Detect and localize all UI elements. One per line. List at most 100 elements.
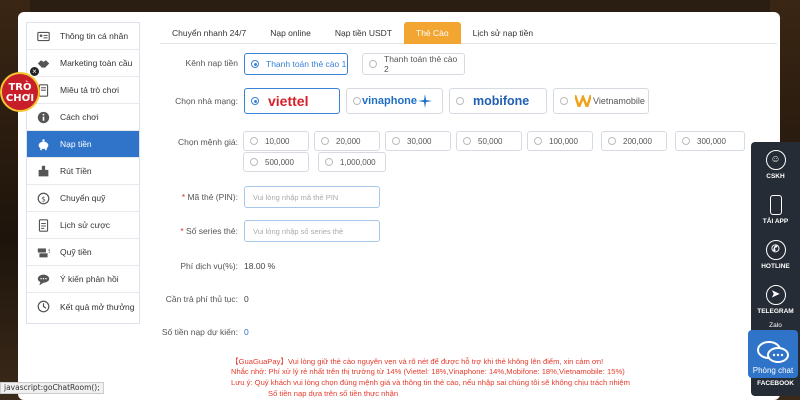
required-mark: *: [181, 192, 186, 202]
comment-icon: [35, 272, 51, 286]
radio-dot: [251, 97, 259, 105]
channel-label: Kênh nạp tiền: [185, 58, 238, 68]
amount-value: 50,000: [478, 136, 503, 146]
tab-usdt-deposit[interactable]: Nạp tiền USDT: [323, 22, 404, 44]
radio-dot: [682, 137, 690, 145]
facebook-button[interactable]: FACEBOOK: [751, 380, 800, 387]
sidebar-item-label: Chuyển quỹ: [60, 193, 106, 203]
amount-option[interactable]: 50,000: [456, 131, 522, 151]
fee-value: 18.00 %: [244, 261, 276, 271]
telegram-icon: ➤: [765, 284, 786, 305]
tab-online-deposit[interactable]: Nạp online: [258, 22, 323, 44]
radio-dot: [325, 158, 333, 166]
mobifone-logo: mobifone: [473, 94, 530, 108]
amount-label: Chọn mệnh giá:: [177, 137, 238, 147]
amount-option[interactable]: 300,000: [675, 131, 745, 151]
radio-dot: [560, 97, 568, 105]
document-icon: [35, 218, 51, 232]
note-line: Số tiền nạp dựa trên số tiền thực nhận: [268, 389, 399, 398]
amount-value: 10,000: [265, 136, 290, 146]
sidebar-item-marketing[interactable]: Marketing toàn cầu: [27, 50, 139, 77]
status-bar-url: javascript:goChatRoom();: [0, 382, 104, 394]
carrier-label: Chọn nhà mạng:: [175, 96, 238, 106]
sidebar-item-label: Quỹ tiền: [60, 247, 92, 257]
amount-value: 30,000: [407, 136, 432, 146]
serial-label: * Số series thẻ:: [160, 226, 238, 236]
amount-option[interactable]: 1,000,000: [318, 152, 386, 172]
carrier-option-vietnamobile[interactable]: Vietnamobile: [553, 88, 649, 114]
sidebar-item-results[interactable]: Kết quả mở thưởng: [27, 293, 139, 320]
sidebar-item-feedback[interactable]: Ý kiến phản hồi: [27, 266, 139, 293]
need-fee-label: Cần trả phí thủ tục:: [165, 294, 238, 304]
channel-option-label: Thanh toán thẻ cào 1: [266, 59, 347, 69]
sidebar-item-how-to-play[interactable]: Cách chơi: [27, 104, 139, 131]
badge-line2: CHƠI: [6, 93, 34, 104]
svg-text:$: $: [41, 194, 46, 203]
sidebar-item-fund[interactable]: $ Quỹ tiền: [27, 239, 139, 266]
radio-dot: [463, 137, 471, 145]
radio-dot: [250, 158, 258, 166]
zalo-icon: Zalo: [769, 322, 782, 329]
radio-dot: [369, 60, 377, 68]
carrier-option-mobifone[interactable]: mobifone: [449, 88, 547, 114]
amount-option[interactable]: 10,000: [243, 131, 309, 151]
amount-option[interactable]: 20,000: [314, 131, 380, 151]
sidebar-item-transfer[interactable]: $ Chuyển quỹ: [27, 185, 139, 212]
download-app-button[interactable]: TẢI APP: [751, 187, 800, 232]
amount-option[interactable]: 100,000: [527, 131, 593, 151]
amount-option[interactable]: 500,000: [243, 152, 309, 172]
deposit-tabs: Chuyển nhanh 24/7 Nạp online Nạp tiền US…: [160, 22, 777, 44]
tab-fast-transfer[interactable]: Chuyển nhanh 24/7: [160, 22, 258, 44]
radio-dot: [608, 137, 616, 145]
sidebar-item-withdraw[interactable]: Rút Tiền: [27, 158, 139, 185]
withdraw-icon: [35, 164, 51, 178]
history-icon: [35, 300, 51, 314]
serial-input[interactable]: Vui lòng nhập số series thẻ: [244, 220, 380, 242]
telegram-button[interactable]: ➤ TELEGRAM: [751, 277, 800, 322]
cskh-button[interactable]: ☺ CSKH: [751, 142, 800, 187]
sidebar-item-label: Ý kiến phản hồi: [60, 274, 119, 284]
tab-scratch-card[interactable]: Thẻ Cào: [404, 22, 461, 44]
radio-dot: [251, 60, 259, 68]
vinaphone-star-icon: [418, 94, 433, 108]
channel-option-2[interactable]: Thanh toán thẻ cào 2: [362, 53, 465, 75]
note-line: Lưu ý: Quý khách vui lòng chọn đúng mệnh…: [231, 378, 630, 387]
chat-bubble-icon: [757, 341, 789, 363]
expected-amount-value: 0: [244, 327, 249, 337]
amount-option[interactable]: 30,000: [385, 131, 451, 151]
sidebar-item-label: Lịch sử cược: [60, 220, 111, 230]
note-line: 【GuaGuaPay】Vui lòng giữ thẻ cào nguyên v…: [231, 357, 604, 366]
cskh-label: CSKH: [766, 172, 785, 180]
chat-room-button[interactable]: Phòng chat: [748, 330, 798, 378]
tab-deposit-history[interactable]: Lịch sử nạp tiền: [461, 22, 546, 44]
dollar-circle-icon: $: [35, 191, 51, 205]
radio-dot: [534, 137, 542, 145]
hotline-label: HOTLINE: [761, 262, 790, 270]
amount-value: 1,000,000: [340, 157, 376, 167]
app-label: TẢI APP: [762, 217, 789, 225]
chat-room-label: Phòng chat: [752, 366, 794, 375]
channel-option-1[interactable]: Thanh toán thẻ cào 1: [244, 53, 348, 75]
sidebar-item-deposit[interactable]: Nạp tiền: [27, 131, 139, 158]
amount-option[interactable]: 200,000: [601, 131, 667, 151]
viettel-logo: viettel: [268, 93, 309, 109]
pin-label-text: Mã thẻ (PIN):: [187, 192, 238, 202]
radio-dot: [392, 137, 400, 145]
amount-value: 500,000: [265, 157, 294, 167]
sidebar-item-label: Thông tin cá nhân: [60, 31, 129, 41]
close-icon[interactable]: ×: [29, 66, 40, 77]
sidebar-item-profile[interactable]: Thông tin cá nhân: [27, 23, 139, 50]
pin-input[interactable]: Vui lòng nhập mã thẻ PIN: [244, 186, 380, 208]
fee-label: Phí dịch vụ(%):: [180, 261, 238, 271]
amount-value: 200,000: [623, 136, 652, 146]
sidebar-item-label: Kết quả mở thưởng: [60, 301, 135, 312]
required-mark: *: [180, 226, 184, 236]
carrier-option-vinaphone[interactable]: vinaphone: [346, 88, 443, 114]
carrier-option-viettel[interactable]: viettel: [244, 88, 340, 114]
badge-line1: TRÒ: [8, 80, 31, 93]
sidebar-item-game-description[interactable]: Miêu tả trò chơi: [27, 77, 139, 104]
hotline-button[interactable]: ✆ HOTLINE: [751, 232, 800, 277]
vinaphone-logo: vinaphone: [362, 95, 418, 107]
svg-text:$: $: [47, 248, 49, 254]
sidebar-item-bet-history[interactable]: Lịch sử cược: [27, 212, 139, 239]
